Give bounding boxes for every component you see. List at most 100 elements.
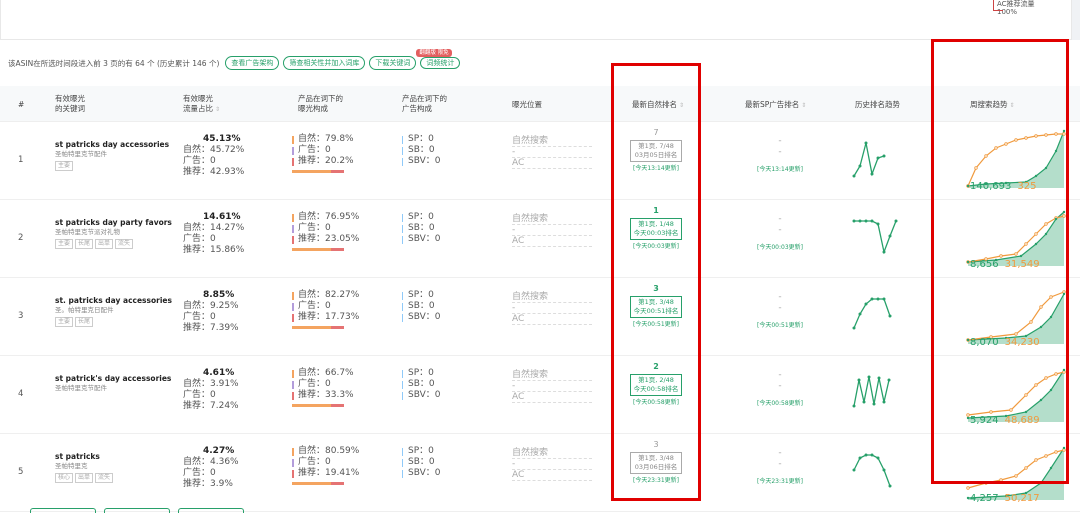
history-point [870, 172, 874, 176]
bottom-button-3[interactable] [178, 508, 244, 513]
history-rank-sparkline[interactable] [852, 216, 902, 256]
pos-natural: 自然搜索 [512, 136, 592, 147]
exposure-comp-cell: 自然：76.95% 广告：0 推荐：23.05% [292, 212, 382, 251]
sort-icon[interactable]: ⇕ [801, 102, 806, 109]
col-keyword-l1: 有效曝光 [55, 94, 85, 103]
col-sp-rank[interactable]: 最新SP广告排名 ⇕ [745, 100, 806, 111]
history-point [888, 314, 892, 318]
keyword-cn: 圣帕特里克 [55, 462, 88, 470]
ad-sbv: SBV：0 [402, 312, 482, 323]
flow-total: 4.27% [203, 446, 235, 456]
position-cell: 自然搜索 - AC [512, 214, 592, 247]
keyword-tag: 出单 [95, 239, 114, 249]
history-point [888, 234, 892, 238]
history-point [852, 174, 856, 178]
pagination-buttons [30, 508, 244, 513]
flow-natural: 自然：9.25% [183, 301, 239, 311]
pos-ac: AC [512, 314, 592, 325]
comp-ad: 广告：0 [292, 457, 382, 468]
word-frequency-button[interactable]: 词频统计 [420, 57, 461, 69]
pos-sp: - [512, 381, 592, 392]
keyword-cell: st patrick's day accessories 圣帕特里克节配件 [55, 374, 175, 393]
col-history-trend: 历史排名趋势 [855, 100, 900, 109]
flow-share-cell: 4.27% 自然：4.36% 广告：0 推荐：3.9% [183, 446, 263, 490]
keyword-en[interactable]: st patricks [55, 452, 175, 462]
col-sp-label: 最新SP广告排名 [745, 100, 800, 109]
bottom-button-1[interactable] [30, 508, 96, 513]
keyword-en[interactable]: st patricks day party favors [55, 218, 175, 228]
col-comp-l2: 曝光构成 [298, 104, 328, 113]
sp-dash-2: - [778, 225, 782, 235]
history-point [894, 219, 898, 223]
history-point [864, 453, 868, 457]
history-point [876, 222, 880, 226]
trend-value-green: 4,257 [970, 493, 999, 504]
sp-dash: - [778, 370, 782, 380]
legend-label: AC推荐流量 [997, 0, 1035, 8]
flow-natural: 自然：45.72% [183, 145, 245, 155]
ad-comp-cell: SP：0 SB：0 SBV：0 [402, 134, 482, 167]
ad-comp-cell: SP：0 SB：0 SBV：0 [402, 212, 482, 245]
position-cell: 自然搜索 - AC [512, 292, 592, 325]
keyword-tags: 主要 长尾 [55, 317, 175, 327]
keyword-tags: 主要 长尾 出单 流失 [55, 239, 175, 249]
sp-rank-cell: - - [今天13:14更新] [740, 136, 820, 174]
sort-icon[interactable]: ⇕ [215, 106, 220, 113]
comp-bar [292, 248, 344, 251]
word-freq-wrap: 翻翻版 限免 词频统计 [416, 49, 461, 69]
history-rank-sparkline[interactable] [852, 372, 902, 412]
ad-comp-cell: SP：0 SB：0 SBV：0 [402, 368, 482, 401]
history-point [882, 154, 886, 158]
ad-sb: SB：0 [402, 145, 482, 156]
highlight-weekly-trend [931, 39, 1069, 484]
history-point [876, 297, 880, 301]
flow-ad: 广告：0 [183, 390, 216, 400]
keyword-tags: 主要 [55, 161, 175, 171]
col-position: 曝光位置 [512, 100, 542, 109]
history-rank-sparkline[interactable] [852, 450, 902, 490]
keyword-cn: 圣帕特里克节配件 [55, 150, 107, 158]
keyword-en[interactable]: st patrick's day accessories [55, 374, 175, 384]
keyword-tag: 主要 [55, 317, 74, 327]
pos-sp: - [512, 147, 592, 158]
table-row: 2 st patricks day party favors 圣帕特里克节派对礼… [0, 200, 1080, 278]
history-point [852, 326, 856, 330]
view-ad-structure-button[interactable]: 查看广告架构 [225, 56, 280, 70]
download-keywords-button[interactable]: 下载关键词 [369, 56, 417, 70]
pos-natural: 自然搜索 [512, 214, 592, 225]
col-flow-share[interactable]: 有效曝光 流量占比 ⇕ [183, 94, 220, 115]
flow-total: 45.13% [203, 134, 241, 144]
exposure-comp-cell: 自然：80.59% 广告：0 推荐：19.41% [292, 446, 382, 485]
history-rank-sparkline[interactable] [852, 138, 902, 178]
keyword-en[interactable]: st. patricks day accessories [55, 296, 175, 306]
history-line [853, 142, 885, 177]
col-keyword[interactable]: 有效曝光 的关键词 [55, 94, 85, 114]
keyword-en[interactable]: st patricks day accessories [55, 140, 175, 150]
history-rank-sparkline[interactable] [852, 294, 902, 334]
highlight-natural-rank [611, 63, 701, 501]
col-exposure-comp: 产品在词下的 曝光构成 [298, 94, 343, 114]
ad-sp: SP：0 [402, 368, 482, 379]
keyword-cn: 圣。帕特里克日配件 [55, 306, 114, 314]
col-index: # [18, 100, 25, 109]
ad-sbv: SBV：0 [402, 156, 482, 167]
col-ad-l2: 广告构成 [402, 104, 432, 113]
flow-share-cell: 4.61% 自然：3.91% 广告：0 推荐：7.24% [183, 368, 263, 412]
ad-sp: SP：0 [402, 446, 482, 457]
keyword-table-panel: 该ASIN在所选时间段进入前 3 页的有 64 个 (历史累计 146 个) 查… [0, 40, 1080, 513]
bottom-button-2[interactable] [104, 508, 170, 513]
keyword-tag: 长尾 [75, 317, 94, 327]
trend-green-point [966, 496, 970, 500]
keyword-cn: 圣帕特里克节配件 [55, 384, 107, 392]
sp-rank-cell: - - [今天23:31更新] [740, 448, 820, 486]
history-point [872, 402, 876, 406]
ad-sb: SB：0 [402, 301, 482, 312]
filter-add-lexicon-button[interactable]: 筛查相关性并加入词库 [283, 56, 366, 70]
history-point [858, 219, 862, 223]
comp-natural: 自然：66.7% [292, 368, 382, 379]
flow-rec: 推荐：42.93% [183, 167, 245, 177]
exposure-comp-cell: 自然：82.27% 广告：0 推荐：17.73% [292, 290, 382, 329]
ad-sbv: SBV：0 [402, 390, 482, 401]
flow-total: 14.61% [203, 212, 241, 222]
chart-card-top: AC推荐流量 100% [0, 0, 1072, 40]
